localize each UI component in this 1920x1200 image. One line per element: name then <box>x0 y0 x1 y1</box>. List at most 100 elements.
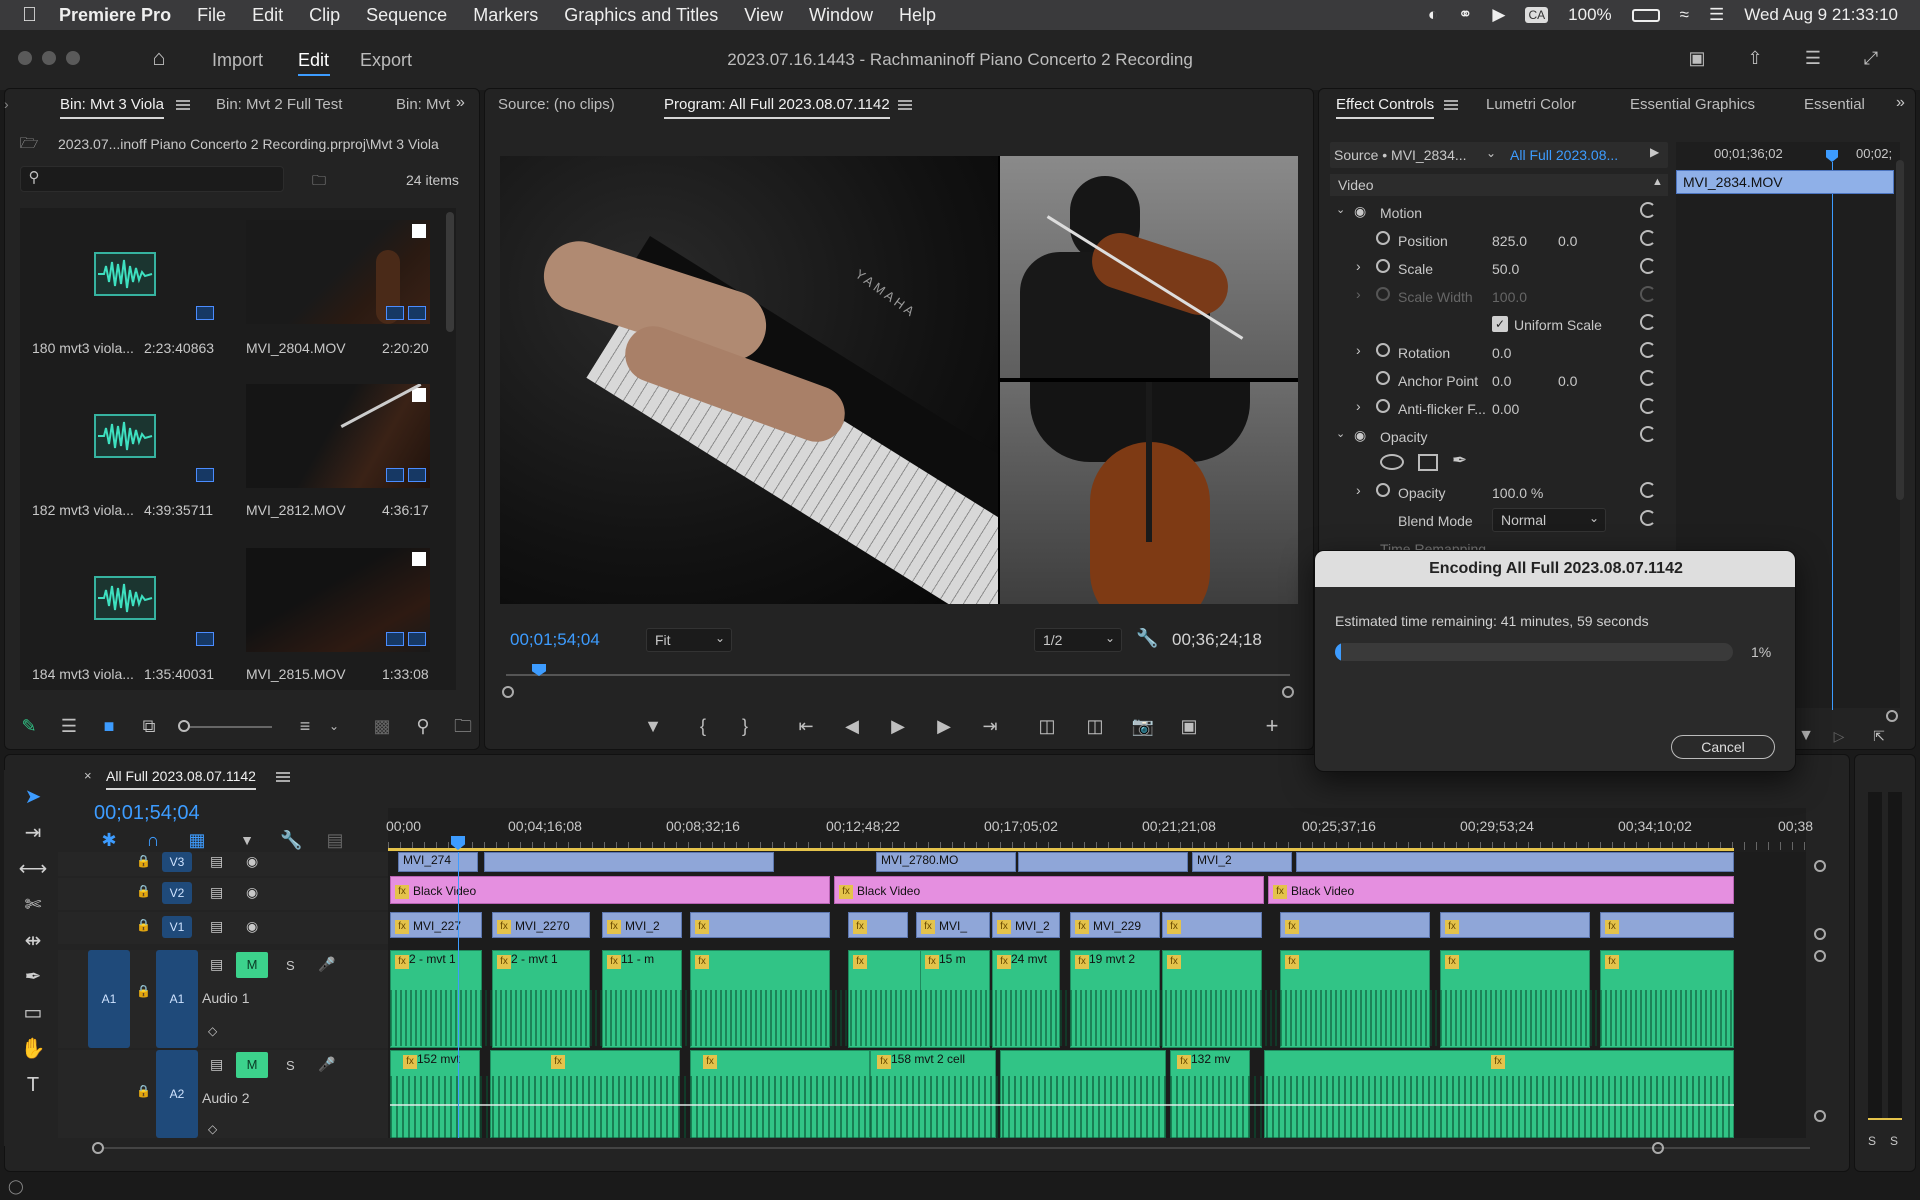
mark-out-icon[interactable]: } <box>734 716 756 736</box>
clip-v1[interactable]: fx <box>1600 912 1734 938</box>
new-bin-icon[interactable]: 🗀 <box>452 716 474 736</box>
clip-a2[interactable]: fx 152 mvt <box>390 1050 480 1138</box>
clip-v3[interactable] <box>1018 852 1188 872</box>
lock-icon[interactable]: 🔒 <box>136 884 151 898</box>
clip-black-video[interactable]: fx Black Video <box>1268 876 1734 904</box>
add-button-icon[interactable]: + <box>1260 715 1284 737</box>
timeline-zoom-start-handle[interactable] <box>92 1142 104 1154</box>
clip-a1[interactable]: fx <box>1280 950 1430 1048</box>
control-center-icon[interactable]: ☰ <box>1709 5 1724 25</box>
ec-sequence[interactable]: All Full 2023.08... <box>1510 147 1618 163</box>
anchor-x[interactable]: 0.0 <box>1492 373 1511 389</box>
lock-icon[interactable]: 🔒 <box>136 1084 151 1098</box>
clip-a1[interactable]: fx 11 - m <box>602 950 682 1048</box>
panel-scroll-left-icon[interactable]: › <box>4 96 9 112</box>
stopwatch-icon[interactable] <box>1376 231 1390 245</box>
wifi-icon[interactable]: ≈ <box>1680 5 1689 25</box>
clip-v1[interactable]: fx <box>1162 912 1262 938</box>
timeline-horizontal-scroll[interactable] <box>104 1147 1810 1149</box>
cancel-button[interactable]: Cancel <box>1671 735 1775 759</box>
clip-a1[interactable]: fx 2 - mvt 1 <box>390 950 482 1048</box>
eye-icon[interactable]: ◉ <box>1354 427 1366 444</box>
play-audio-icon[interactable]: ▷ <box>1828 726 1850 746</box>
source-patch-a1[interactable]: A1 <box>88 950 130 1048</box>
lift-icon[interactable]: ◫ <box>1034 716 1060 736</box>
bin-menu-icon[interactable] <box>176 100 190 110</box>
clip-v3[interactable]: MVI_2 <box>1192 852 1292 872</box>
captions-icon[interactable]: ▤ <box>324 830 346 850</box>
vscroll-handle[interactable] <box>1814 928 1826 940</box>
pen-mask-icon[interactable]: ✒ <box>1452 450 1467 471</box>
clip-v3[interactable] <box>484 852 774 872</box>
clip-a1[interactable]: fx <box>1440 950 1590 1048</box>
track-label-v1[interactable]: V1 <box>162 916 192 938</box>
sync-icon[interactable]: ▤ <box>210 853 223 870</box>
pencil-icon[interactable]: ✎ <box>18 716 40 736</box>
reset-icon[interactable] <box>1640 398 1656 414</box>
reset-icon[interactable] <box>1640 202 1656 218</box>
tab-effect-controls[interactable]: Effect Controls <box>1336 96 1435 119</box>
reset-icon[interactable] <box>1640 230 1656 246</box>
folder-up-icon[interactable]: 🗁 <box>18 134 40 154</box>
program-timecode[interactable]: 00;01;54;04 <box>510 630 600 650</box>
extract-icon[interactable]: ◫ <box>1082 716 1108 736</box>
camera-icon[interactable]: 📷 <box>1130 716 1156 736</box>
solo-a1-button[interactable]: S <box>286 958 295 973</box>
clip-v1[interactable]: fx MVI_227 <box>390 912 482 938</box>
keyframe-icon[interactable]: ◇ <box>208 1122 217 1136</box>
timeline-zoom-end-handle[interactable] <box>1652 1142 1664 1154</box>
audio-thumb-184[interactable] <box>94 576 156 620</box>
stopwatch-icon[interactable] <box>1376 399 1390 413</box>
sync-icon[interactable]: ▤ <box>210 884 223 901</box>
ec-scrollbar[interactable] <box>1896 160 1904 500</box>
clip-a1[interactable]: fx <box>690 950 830 1048</box>
menu-window[interactable]: Window <box>809 5 873 26</box>
ec-clip-bar[interactable]: MVI_2834.MOV <box>1676 170 1894 194</box>
stopwatch-icon[interactable] <box>1376 483 1390 497</box>
clip-v1[interactable]: fx MVI_ <box>916 912 990 938</box>
lock-icon[interactable]: 🔒 <box>136 984 151 998</box>
clip-black-video[interactable]: fx Black Video <box>390 876 830 904</box>
chevron-right-icon[interactable]: › <box>1356 482 1361 498</box>
reset-icon[interactable] <box>1640 482 1656 498</box>
list-view-icon[interactable]: ☰ <box>58 716 80 736</box>
eye-icon[interactable]: ◉ <box>246 884 258 901</box>
opacity-value[interactable]: 100.0 % <box>1492 485 1543 501</box>
chevron-down-icon[interactable]: ⌄ <box>1336 203 1345 216</box>
program-menu-icon[interactable] <box>898 100 912 110</box>
more-tabs-icon[interactable]: » <box>1896 94 1905 112</box>
track-label-a1[interactable]: A1 <box>156 950 198 1048</box>
uniform-scale-checkbox[interactable]: ✓ <box>1492 316 1508 332</box>
position-x[interactable]: 825.0 <box>1492 233 1527 249</box>
workspaces-icon[interactable]: ☰ <box>1802 48 1824 68</box>
clip-v3[interactable]: MVI_274 <box>398 852 478 872</box>
chevron-down-icon[interactable]: ⌄ <box>326 716 342 736</box>
sort-icon[interactable]: ≡ <box>294 716 316 736</box>
chevron-right-icon[interactable]: › <box>1356 286 1361 302</box>
hand-tool-icon[interactable]: ✋ <box>18 1034 48 1064</box>
fit-dropdown[interactable]: Fit ⌄ <box>646 628 732 652</box>
clip-v1[interactable]: fx <box>1440 912 1590 938</box>
eye-icon[interactable]: ◉ <box>246 853 258 870</box>
snap-icon[interactable]: ∩ <box>142 830 164 850</box>
creative-cloud-icon[interactable]: ◯ <box>8 1178 24 1195</box>
mark-in-icon[interactable]: { <box>692 716 714 736</box>
clip-v1[interactable]: fx MVI_2 <box>602 912 682 938</box>
clip-a2[interactable]: fx 132 mv <box>1170 1050 1250 1138</box>
track-label-a2[interactable]: A2 <box>156 1050 198 1138</box>
tab-lumetri-color[interactable]: Lumetri Color <box>1486 96 1576 113</box>
meter-solo-right[interactable]: S <box>1890 1134 1898 1148</box>
chevron-down-icon[interactable]: ⌄ <box>1336 427 1345 440</box>
track-label-v3[interactable]: V3 <box>162 852 192 872</box>
sync-icon[interactable]: ▤ <box>210 918 223 935</box>
scrub-end-handle[interactable] <box>1282 686 1294 698</box>
stopwatch-icon[interactable] <box>1376 259 1390 273</box>
sequence-menu-icon[interactable] <box>276 772 290 782</box>
find-icon[interactable]: ⚲ <box>412 716 434 736</box>
wrench-icon[interactable]: 🔧 <box>1136 628 1158 648</box>
type-tool-icon[interactable]: T <box>18 1070 48 1100</box>
pen-tool-icon[interactable]: ✒ <box>18 962 48 992</box>
mute-a1-button[interactable]: M <box>236 952 268 978</box>
tab-essential[interactable]: Essential <box>1804 96 1865 113</box>
timeline-timecode[interactable]: 00;01;54;04 <box>94 802 200 825</box>
